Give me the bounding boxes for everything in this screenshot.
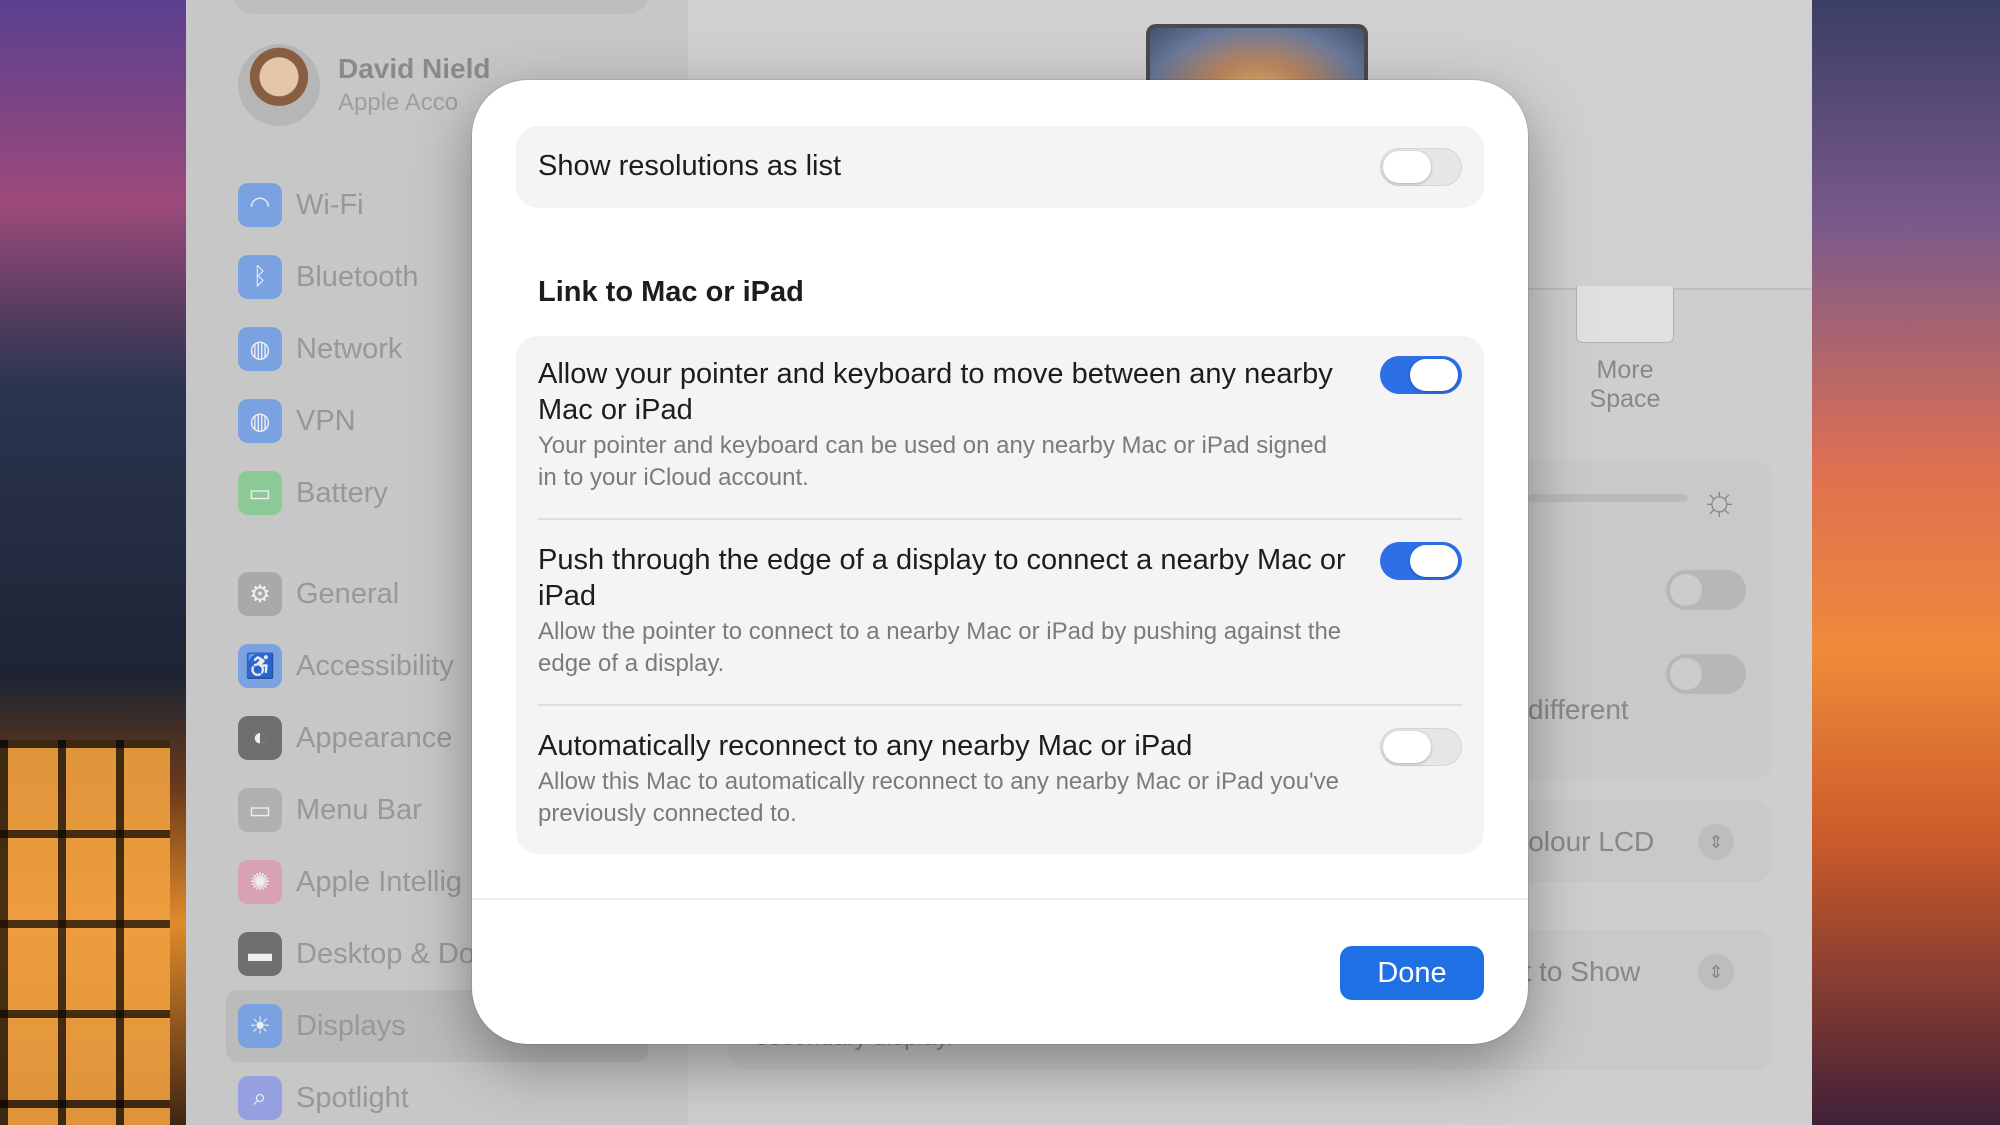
link-row-pointer-keyboard: Allow your pointer and keyboard to move … [538,356,1348,494]
show-resolutions-toggle[interactable] [1380,148,1462,186]
lit-window-illustration [0,740,170,1125]
show-resolutions-card: Show resolutions as list [516,126,1484,208]
toggle-knob [1383,731,1431,763]
advanced-displays-sheet: Show resolutions as list Link to Mac or … [472,80,1528,1044]
pointer-keyboard-toggle[interactable] [1380,356,1462,394]
toggle-knob [1410,359,1458,391]
show-resolutions-label: Show resolutions as list [538,150,842,182]
footer-divider [472,898,1528,900]
row-description: Your pointer and keyboard can be used on… [538,432,1327,491]
row-title: Automatically reconnect to any nearby Ma… [538,730,1193,762]
toggle-knob [1383,151,1431,183]
row-description: Allow the pointer to connect to a nearby… [538,618,1342,677]
push-through-edge-toggle[interactable] [1380,542,1462,580]
row-description: Allow this Mac to automatically reconnec… [538,768,1339,827]
row-divider [538,704,1462,706]
link-settings-card: Allow your pointer and keyboard to move … [516,336,1484,854]
wallpaper-left [0,0,186,1125]
row-title: Allow your pointer and keyboard to move … [538,358,1333,426]
toggle-knob [1410,545,1458,577]
wallpaper-right [1812,0,2000,1125]
link-section-heading: Link to Mac or iPad [538,276,804,308]
auto-reconnect-toggle[interactable] [1380,728,1462,766]
row-title: Push through the edge of a display to co… [538,544,1346,612]
link-row-auto-reconnect: Automatically reconnect to any nearby Ma… [538,728,1378,830]
link-row-push-through-edge: Push through the edge of a display to co… [538,542,1348,680]
done-button[interactable]: Done [1340,946,1484,1000]
row-divider [538,518,1462,520]
